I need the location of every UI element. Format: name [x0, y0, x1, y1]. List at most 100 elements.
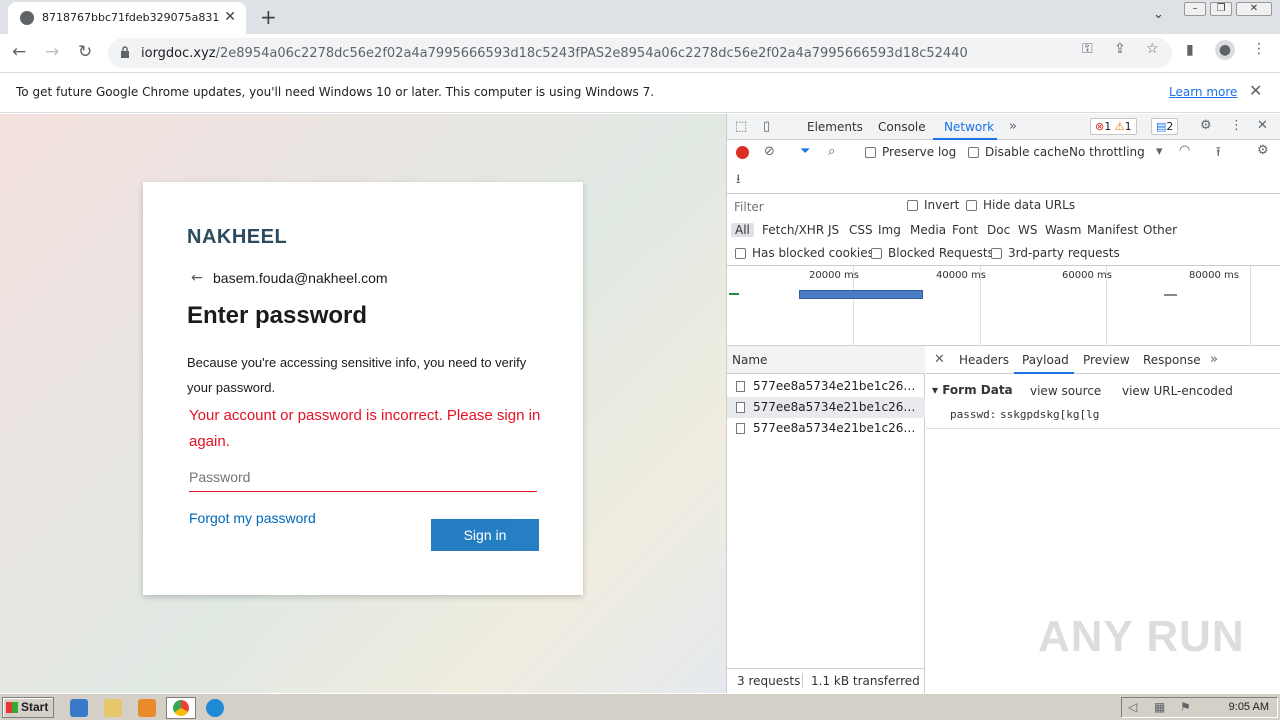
view-url-encoded-link[interactable]: view URL-encoded — [1122, 384, 1233, 398]
throttling-select[interactable]: No throttling — [1069, 145, 1145, 159]
media-player-icon[interactable] — [138, 699, 156, 717]
third-party-checkbox[interactable] — [991, 248, 1002, 259]
tab-search-icon[interactable]: ⌄ — [1153, 7, 1164, 22]
forgot-password-link[interactable]: Forgot my password — [189, 510, 316, 526]
blocked-requests-checkbox[interactable] — [871, 248, 882, 259]
tab-headers[interactable]: Headers — [959, 353, 1009, 367]
form-data-toggle[interactable]: ▾ Form Data — [932, 383, 1013, 397]
filter-bar: Invert Hide data URLs All Fetch/XHR JS C… — [727, 194, 1280, 266]
taskbar: Start ◁ ▦ ⚑ 9:05 AM — [0, 693, 1280, 720]
network-conditions-icon[interactable]: ◠ — [1179, 143, 1190, 158]
page-title: Enter password — [187, 302, 368, 329]
more-tabs-icon[interactable]: » — [1009, 119, 1017, 134]
devtools-tabbar: ⬚ ▯ Elements Console Network » ⊗1 ⚠1 ▤2 … — [727, 114, 1280, 140]
network-icon[interactable]: ▦ — [1154, 700, 1165, 714]
key-icon[interactable]: ⚿ — [1082, 41, 1093, 57]
sign-in-button[interactable]: Sign in — [431, 519, 539, 551]
type-filter-wasm[interactable]: Wasm — [1045, 223, 1081, 237]
back-icon[interactable]: ← — [12, 42, 26, 62]
preserve-log-label: Preserve log — [882, 145, 957, 159]
nakheel-logo: NAKHEEL — [187, 226, 288, 248]
ie-icon[interactable] — [70, 699, 88, 717]
type-filter-doc[interactable]: Doc — [987, 223, 1010, 237]
device-toolbar-icon[interactable]: ▯ — [763, 119, 770, 134]
tab-elements[interactable]: Elements — [807, 120, 863, 134]
type-filter-fetch[interactable]: Fetch/XHR — [762, 223, 824, 237]
restore-button[interactable]: ❐ — [1210, 2, 1232, 16]
type-filter-img[interactable]: Img — [878, 223, 901, 237]
password-input[interactable] — [189, 462, 537, 492]
volume-icon[interactable]: ◁ — [1128, 700, 1137, 714]
type-filter-ws[interactable]: WS — [1018, 223, 1037, 237]
clear-icon[interactable]: ⊘ — [764, 144, 775, 159]
table-row[interactable]: 577ee8a5734e21be1c267d92... — [727, 397, 925, 418]
more-tabs-icon[interactable]: » — [1210, 352, 1218, 367]
tick-label: 20000 ms — [809, 270, 859, 281]
preserve-log-checkbox[interactable] — [865, 147, 876, 158]
tab-console[interactable]: Console — [878, 120, 926, 134]
filter-icon[interactable]: ⏷ — [800, 144, 810, 159]
close-window-button[interactable]: ✕ — [1236, 2, 1272, 16]
view-source-link[interactable]: view source — [1030, 384, 1101, 398]
type-filter-media[interactable]: Media — [910, 223, 946, 237]
profile-icon[interactable]: ● — [1215, 40, 1235, 60]
star-icon[interactable]: ☆ — [1146, 41, 1159, 57]
menu-icon[interactable]: ⋮ — [1252, 41, 1266, 57]
new-tab-button[interactable]: + — [260, 5, 277, 29]
dropdown-arrow-icon[interactable]: ▾ — [1156, 144, 1163, 159]
import-har-icon[interactable]: ⭱ — [1216, 143, 1221, 165]
network-settings-icon[interactable]: ⚙ — [1257, 143, 1269, 158]
inspect-icon[interactable]: ⬚ — [735, 119, 747, 134]
close-infobar-icon[interactable]: ✕ — [1249, 81, 1262, 100]
name-column-header[interactable]: Name — [727, 346, 925, 374]
description-text: Because you're accessing sensitive info,… — [187, 355, 527, 395]
flag-icon[interactable]: ⚑ — [1180, 700, 1191, 714]
status-bar: 3 requests 1.1 kB transferred — [727, 668, 925, 693]
minimize-button[interactable]: – — [1184, 2, 1206, 16]
tab-response[interactable]: Response — [1143, 353, 1201, 367]
network-overview: 20000 ms 40000 ms 60000 ms 80000 ms — [727, 266, 1280, 346]
filter-input[interactable] — [731, 198, 893, 216]
lock-icon — [121, 46, 129, 58]
table-row[interactable]: 577ee8a5734e21be1c267d92... — [727, 418, 925, 439]
type-filter-js[interactable]: JS — [828, 223, 839, 237]
start-button[interactable]: Start — [2, 697, 54, 718]
search-icon[interactable]: ⌕ — [828, 144, 835, 159]
tab-network[interactable]: Network — [944, 120, 994, 134]
type-filter-css[interactable]: CSS — [849, 223, 873, 237]
tab-preview[interactable]: Preview — [1083, 353, 1130, 367]
type-filter-other[interactable]: Other — [1143, 223, 1177, 237]
form-field-key: passwd: — [950, 408, 997, 421]
record-icon[interactable] — [736, 146, 749, 159]
type-filter-manifest[interactable]: Manifest — [1087, 223, 1138, 237]
explorer-icon[interactable] — [104, 699, 122, 717]
type-filter-font[interactable]: Font — [952, 223, 978, 237]
side-panel-icon[interactable]: ▮ — [1186, 42, 1194, 58]
messages-badge[interactable]: ▤2 — [1151, 118, 1179, 135]
active-tab-indicator — [1014, 372, 1074, 374]
tab-payload[interactable]: Payload — [1022, 353, 1069, 367]
timeline-bar — [1164, 294, 1177, 296]
export-har-icon[interactable]: ⭳ — [736, 170, 741, 192]
type-filter-all[interactable]: All — [731, 223, 754, 237]
browser-tab[interactable]: 8718767bbc71fdeb329075a831e89a ✕ — [8, 2, 246, 34]
issues-badge[interactable]: ⊗1 ⚠1 — [1090, 118, 1137, 135]
hide-data-urls-checkbox[interactable] — [966, 200, 977, 211]
blocked-cookies-checkbox[interactable] — [735, 248, 746, 259]
reload-icon[interactable]: ↻ — [78, 42, 92, 62]
address-bar[interactable]: iorgdoc.xyz/2e8954a06c2278dc56e2f02a4a79… — [108, 38, 1172, 68]
close-tab-icon[interactable]: ✕ — [224, 9, 236, 25]
settings-icon[interactable]: ⚙ — [1200, 118, 1212, 133]
forward-icon[interactable]: → — [45, 42, 59, 62]
chrome-taskbar-button[interactable] — [166, 697, 196, 719]
learn-more-link[interactable]: Learn more — [1169, 85, 1237, 99]
share-icon[interactable]: ⇪ — [1114, 41, 1126, 57]
back-arrow-icon[interactable]: ← — [191, 270, 203, 286]
close-detail-icon[interactable]: ✕ — [934, 352, 945, 367]
disable-cache-checkbox[interactable] — [968, 147, 979, 158]
edge-icon[interactable] — [206, 699, 224, 717]
close-devtools-icon[interactable]: ✕ — [1257, 118, 1268, 133]
devtools-menu-icon[interactable]: ⋮ — [1230, 118, 1243, 133]
invert-checkbox[interactable] — [907, 200, 918, 211]
table-row[interactable]: 577ee8a5734e21be1c267d92... — [727, 376, 925, 397]
